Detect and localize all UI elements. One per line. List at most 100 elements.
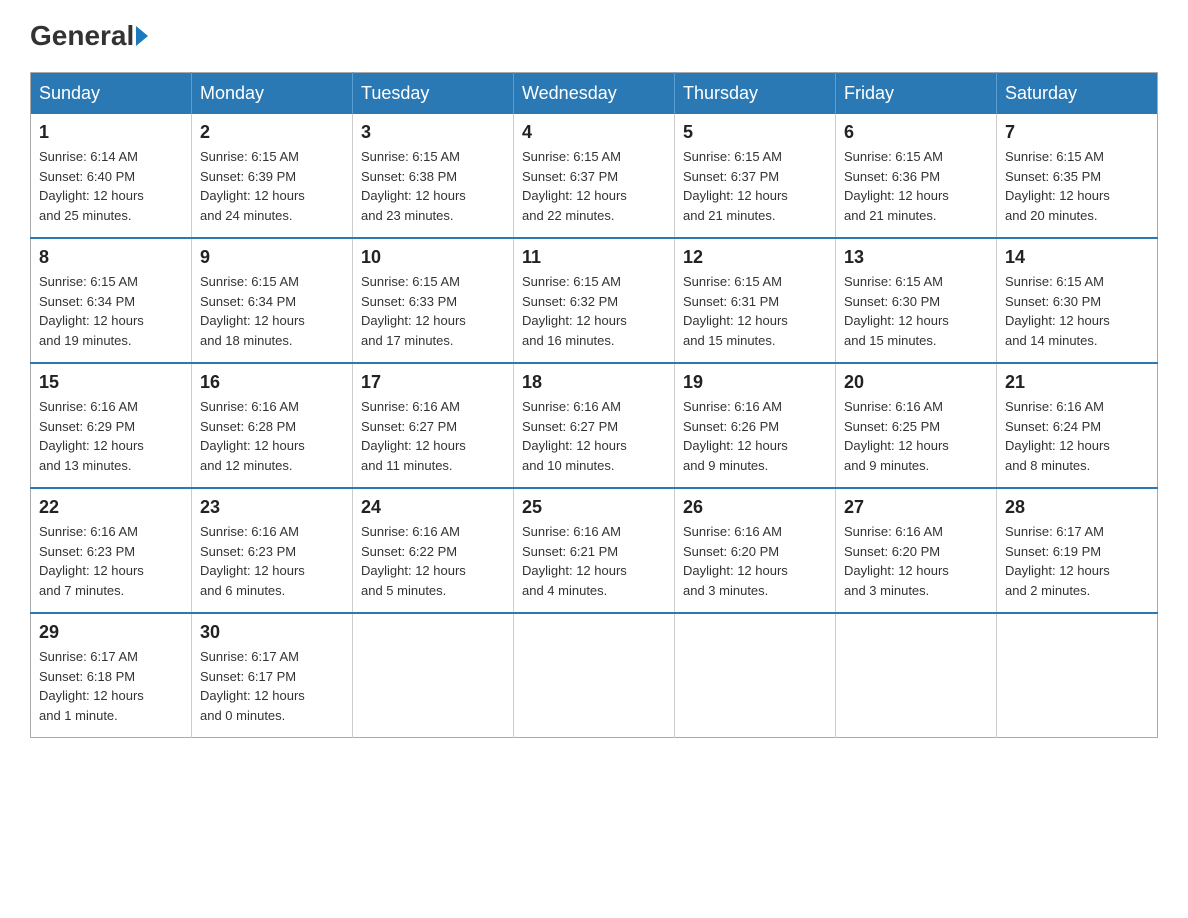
day-info: Sunrise: 6:15 AMSunset: 6:32 PMDaylight:… [522, 272, 666, 350]
calendar-cell: 28 Sunrise: 6:17 AMSunset: 6:19 PMDayligh… [997, 488, 1158, 613]
day-number: 6 [844, 122, 988, 143]
day-number: 3 [361, 122, 505, 143]
day-number: 19 [683, 372, 827, 393]
day-info: Sunrise: 6:15 AMSunset: 6:35 PMDaylight:… [1005, 147, 1149, 225]
day-info: Sunrise: 6:15 AMSunset: 6:30 PMDaylight:… [844, 272, 988, 350]
weekday-header-sunday: Sunday [31, 73, 192, 115]
day-number: 15 [39, 372, 183, 393]
day-info: Sunrise: 6:16 AMSunset: 6:20 PMDaylight:… [683, 522, 827, 600]
calendar-cell: 13 Sunrise: 6:15 AMSunset: 6:30 PMDayligh… [836, 238, 997, 363]
calendar-cell: 29 Sunrise: 6:17 AMSunset: 6:18 PMDayligh… [31, 613, 192, 738]
calendar-cell: 2Sunrise: 6:15 AMSunset: 6:39 PMDaylight… [192, 114, 353, 238]
day-number: 1 [39, 122, 183, 143]
calendar-cell: 8 Sunrise: 6:15 AMSunset: 6:34 PMDaylight… [31, 238, 192, 363]
day-number: 26 [683, 497, 827, 518]
calendar-cell: 10 Sunrise: 6:15 AMSunset: 6:33 PMDayligh… [353, 238, 514, 363]
day-number: 4 [522, 122, 666, 143]
day-number: 2 [200, 122, 344, 143]
calendar-week-row: 15 Sunrise: 6:16 AMSunset: 6:29 PMDayligh… [31, 363, 1158, 488]
logo-blue-part [134, 26, 148, 46]
day-number: 7 [1005, 122, 1149, 143]
day-number: 10 [361, 247, 505, 268]
day-number: 27 [844, 497, 988, 518]
logo-general-text: General [30, 20, 134, 52]
calendar-cell: 4 Sunrise: 6:15 AMSunset: 6:37 PMDaylight… [514, 114, 675, 238]
day-info: Sunrise: 6:16 AMSunset: 6:21 PMDaylight:… [522, 522, 666, 600]
day-number: 28 [1005, 497, 1149, 518]
day-number: 14 [1005, 247, 1149, 268]
calendar-cell: 16Sunrise: 6:16 AMSunset: 6:28 PMDayligh… [192, 363, 353, 488]
day-info: Sunrise: 6:16 AMSunset: 6:28 PMDaylight:… [200, 397, 344, 475]
day-info: Sunrise: 6:15 AMSunset: 6:34 PMDaylight:… [200, 272, 344, 350]
day-info: Sunrise: 6:14 AMSunset: 6:40 PMDaylight:… [39, 147, 183, 225]
day-info: Sunrise: 6:16 AMSunset: 6:20 PMDaylight:… [844, 522, 988, 600]
calendar-cell [514, 613, 675, 738]
weekday-header-wednesday: Wednesday [514, 73, 675, 115]
weekday-header-saturday: Saturday [997, 73, 1158, 115]
calendar-cell: 25 Sunrise: 6:16 AMSunset: 6:21 PMDayligh… [514, 488, 675, 613]
day-info: Sunrise: 6:16 AMSunset: 6:23 PMDaylight:… [39, 522, 183, 600]
calendar-cell: 27 Sunrise: 6:16 AMSunset: 6:20 PMDayligh… [836, 488, 997, 613]
day-number: 29 [39, 622, 183, 643]
page-header: General [30, 20, 1158, 52]
calendar-cell: 9Sunrise: 6:15 AMSunset: 6:34 PMDaylight… [192, 238, 353, 363]
day-info: Sunrise: 6:15 AMSunset: 6:38 PMDaylight:… [361, 147, 505, 225]
calendar-cell: 17 Sunrise: 6:16 AMSunset: 6:27 PMDayligh… [353, 363, 514, 488]
day-info: Sunrise: 6:16 AMSunset: 6:25 PMDaylight:… [844, 397, 988, 475]
day-info: Sunrise: 6:16 AMSunset: 6:24 PMDaylight:… [1005, 397, 1149, 475]
calendar-cell: 21 Sunrise: 6:16 AMSunset: 6:24 PMDayligh… [997, 363, 1158, 488]
calendar-cell: 22Sunrise: 6:16 AMSunset: 6:23 PMDayligh… [31, 488, 192, 613]
calendar-table: SundayMondayTuesdayWednesdayThursdayFrid… [30, 72, 1158, 738]
calendar-cell: 14 Sunrise: 6:15 AMSunset: 6:30 PMDayligh… [997, 238, 1158, 363]
day-info: Sunrise: 6:16 AMSunset: 6:26 PMDaylight:… [683, 397, 827, 475]
day-info: Sunrise: 6:16 AMSunset: 6:27 PMDaylight:… [522, 397, 666, 475]
calendar-cell [353, 613, 514, 738]
day-number: 21 [1005, 372, 1149, 393]
calendar-cell: 20 Sunrise: 6:16 AMSunset: 6:25 PMDayligh… [836, 363, 997, 488]
day-info: Sunrise: 6:16 AMSunset: 6:29 PMDaylight:… [39, 397, 183, 475]
calendar-week-row: 22Sunrise: 6:16 AMSunset: 6:23 PMDayligh… [31, 488, 1158, 613]
day-number: 8 [39, 247, 183, 268]
calendar-cell: 18 Sunrise: 6:16 AMSunset: 6:27 PMDayligh… [514, 363, 675, 488]
day-info: Sunrise: 6:15 AMSunset: 6:33 PMDaylight:… [361, 272, 505, 350]
day-number: 12 [683, 247, 827, 268]
calendar-week-row: 29 Sunrise: 6:17 AMSunset: 6:18 PMDayligh… [31, 613, 1158, 738]
calendar-header-row: SundayMondayTuesdayWednesdayThursdayFrid… [31, 73, 1158, 115]
day-info: Sunrise: 6:15 AMSunset: 6:34 PMDaylight:… [39, 272, 183, 350]
calendar-cell [675, 613, 836, 738]
day-number: 18 [522, 372, 666, 393]
calendar-cell: 6 Sunrise: 6:15 AMSunset: 6:36 PMDaylight… [836, 114, 997, 238]
day-info: Sunrise: 6:17 AMSunset: 6:18 PMDaylight:… [39, 647, 183, 725]
day-info: Sunrise: 6:16 AMSunset: 6:27 PMDaylight:… [361, 397, 505, 475]
day-number: 11 [522, 247, 666, 268]
day-number: 25 [522, 497, 666, 518]
calendar-week-row: 8 Sunrise: 6:15 AMSunset: 6:34 PMDaylight… [31, 238, 1158, 363]
calendar-cell: 26 Sunrise: 6:16 AMSunset: 6:20 PMDayligh… [675, 488, 836, 613]
calendar-cell [997, 613, 1158, 738]
day-number: 5 [683, 122, 827, 143]
calendar-cell: 1 Sunrise: 6:14 AMSunset: 6:40 PMDaylight… [31, 114, 192, 238]
day-info: Sunrise: 6:15 AMSunset: 6:36 PMDaylight:… [844, 147, 988, 225]
day-info: Sunrise: 6:15 AMSunset: 6:30 PMDaylight:… [1005, 272, 1149, 350]
day-info: Sunrise: 6:17 AMSunset: 6:17 PMDaylight:… [200, 647, 344, 725]
day-info: Sunrise: 6:15 AMSunset: 6:37 PMDaylight:… [683, 147, 827, 225]
logo: General [30, 20, 148, 52]
calendar-cell: 11 Sunrise: 6:15 AMSunset: 6:32 PMDayligh… [514, 238, 675, 363]
day-info: Sunrise: 6:16 AMSunset: 6:23 PMDaylight:… [200, 522, 344, 600]
weekday-header-friday: Friday [836, 73, 997, 115]
day-number: 30 [200, 622, 344, 643]
day-info: Sunrise: 6:15 AMSunset: 6:37 PMDaylight:… [522, 147, 666, 225]
day-number: 23 [200, 497, 344, 518]
day-number: 13 [844, 247, 988, 268]
calendar-cell: 24Sunrise: 6:16 AMSunset: 6:22 PMDayligh… [353, 488, 514, 613]
calendar-cell: 15 Sunrise: 6:16 AMSunset: 6:29 PMDayligh… [31, 363, 192, 488]
logo-triangle-icon [136, 26, 148, 46]
calendar-cell: 23 Sunrise: 6:16 AMSunset: 6:23 PMDayligh… [192, 488, 353, 613]
calendar-cell [836, 613, 997, 738]
calendar-cell: 5 Sunrise: 6:15 AMSunset: 6:37 PMDaylight… [675, 114, 836, 238]
day-info: Sunrise: 6:17 AMSunset: 6:19 PMDaylight:… [1005, 522, 1149, 600]
day-number: 20 [844, 372, 988, 393]
weekday-header-tuesday: Tuesday [353, 73, 514, 115]
calendar-cell: 3 Sunrise: 6:15 AMSunset: 6:38 PMDaylight… [353, 114, 514, 238]
day-number: 17 [361, 372, 505, 393]
